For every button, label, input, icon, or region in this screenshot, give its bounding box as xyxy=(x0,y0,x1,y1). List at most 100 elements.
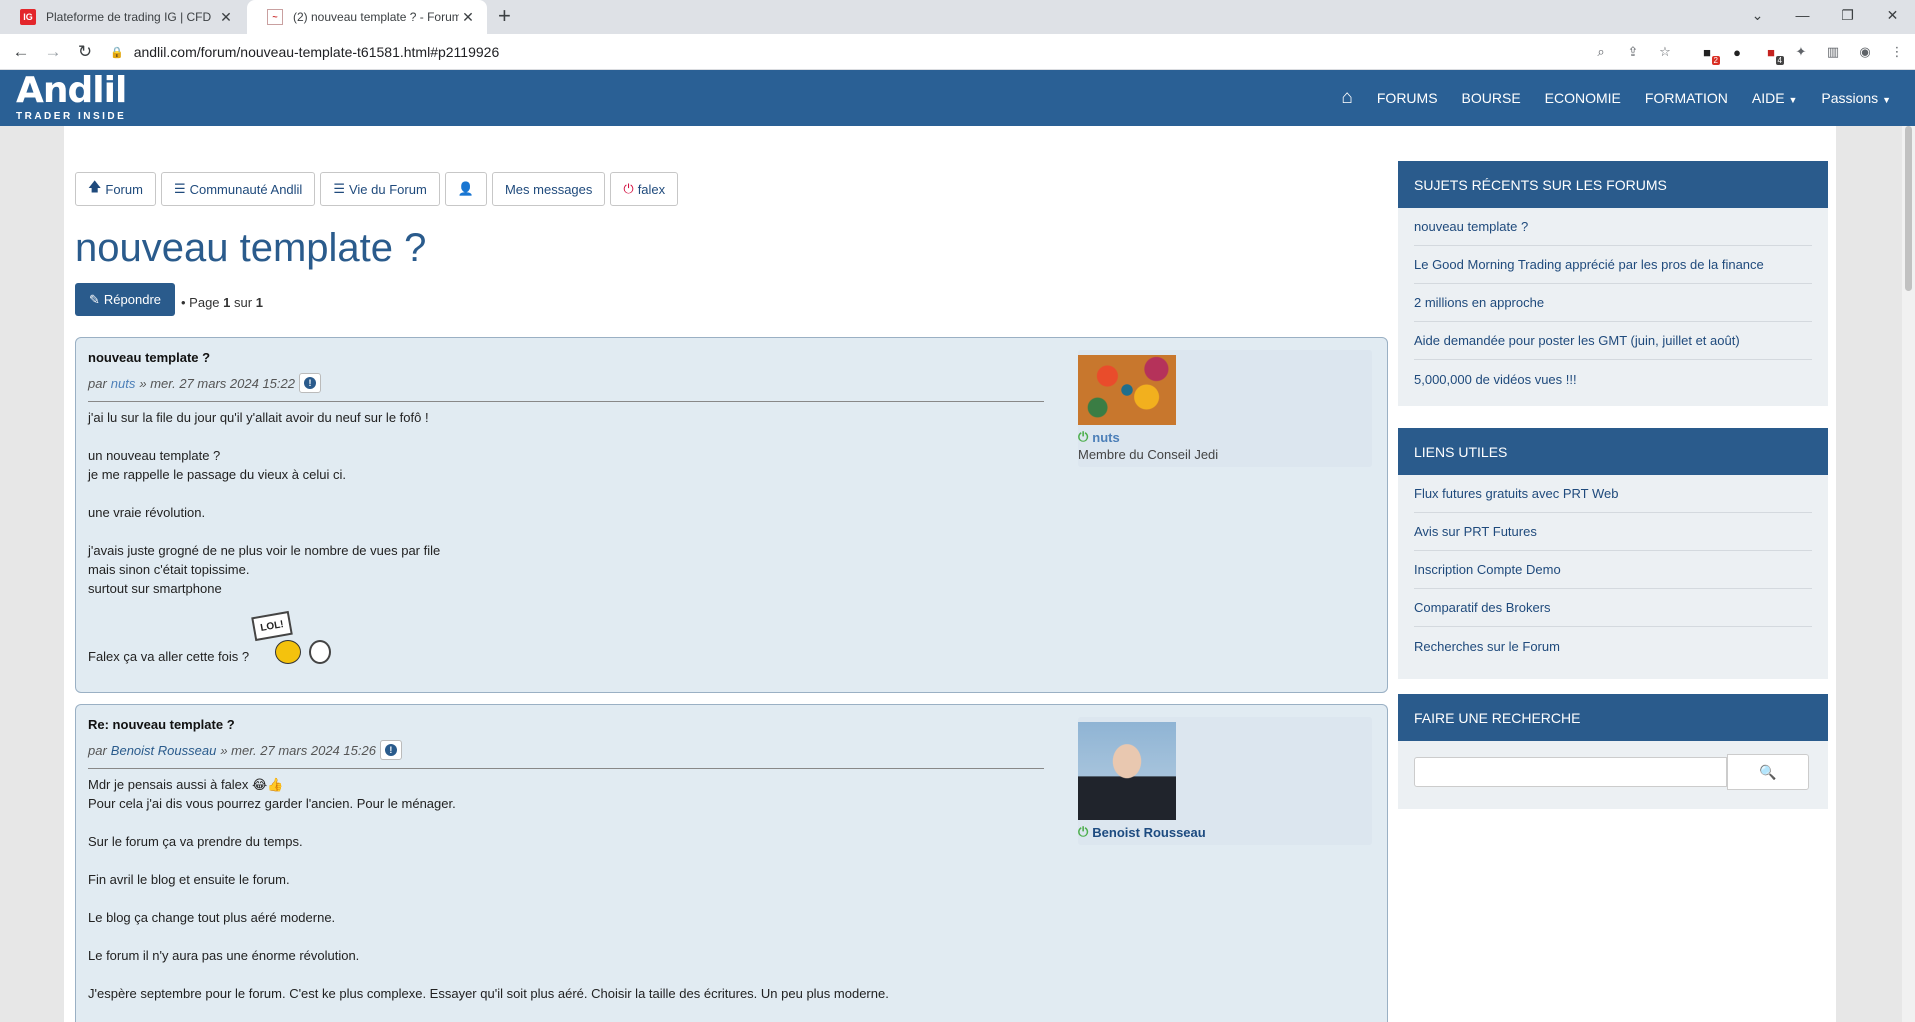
list-item[interactable]: 2 millions en approche xyxy=(1414,284,1812,322)
recent-topics-list: nouveau template ? Le Good Morning Tradi… xyxy=(1398,208,1828,398)
nav-forums[interactable]: FORUMS xyxy=(1377,90,1438,106)
main-navigation: ⌂ FORUMS BOURSE ECONOMIE FORMATION AIDE … xyxy=(1317,70,1891,126)
ig-logo-icon: IG xyxy=(20,9,36,25)
page-scrollbar[interactable] xyxy=(1902,126,1915,1022)
report-button[interactable]: ! xyxy=(298,373,321,393)
post-date: » mer. 27 mars 2024 15:22 xyxy=(139,375,295,391)
restore-icon[interactable]: ❐ xyxy=(1825,0,1870,30)
power-icon: ⏻ xyxy=(623,181,634,196)
tab-title: Plateforme de trading IG | CFD xyxy=(46,10,212,24)
post-meta: par nuts » mer. 27 mars 2024 15:22 ! xyxy=(88,373,1044,393)
list-icon: ☰ xyxy=(333,181,345,196)
vie-du-forum-button[interactable]: ☰ Vie du Forum xyxy=(320,172,440,206)
post-meta: par Benoist Rousseau » mer. 27 mars 2024… xyxy=(88,740,1044,760)
nav-passions[interactable]: Passions ▼ xyxy=(1821,90,1891,106)
list-item[interactable]: Aide demandée pour poster les GMT (juin,… xyxy=(1414,322,1812,360)
bookmark-star-icon[interactable]: ☆ xyxy=(1656,43,1674,61)
zoom-icon[interactable]: ⌕ xyxy=(1592,43,1610,61)
list-item[interactable]: Recherches sur le Forum xyxy=(1414,627,1812,665)
post-author[interactable]: nuts xyxy=(111,376,136,391)
tab-search-icon[interactable]: ⌄ xyxy=(1735,0,1780,30)
post-body: Re: nouveau template ? par Benoist Rouss… xyxy=(88,717,1044,1003)
report-button[interactable]: ! xyxy=(379,740,402,760)
list-item[interactable]: Avis sur PRT Futures xyxy=(1414,513,1812,551)
new-tab-icon[interactable]: + xyxy=(498,5,511,27)
browser-tab-strip: IG Plateforme de trading IG | CFD ✕ ~ (2… xyxy=(0,0,1915,34)
exclamation-icon: ! xyxy=(384,744,397,756)
post: Re: nouveau template ? par Benoist Rouss… xyxy=(75,704,1388,1022)
exclamation-icon: ! xyxy=(303,377,316,389)
side-panel-icon[interactable]: ▥ xyxy=(1824,43,1842,61)
post-title[interactable]: nouveau template ? xyxy=(88,350,1044,365)
menu-icon[interactable]: ⋮ xyxy=(1888,43,1906,61)
list-item[interactable]: Comparatif des Brokers xyxy=(1414,589,1812,627)
scrollbar-thumb[interactable] xyxy=(1905,126,1912,291)
online-status-icon: ⏻ xyxy=(1078,824,1089,839)
profile-button[interactable]: 👤 xyxy=(444,172,487,206)
list-item[interactable]: Le Good Morning Trading apprécié par les… xyxy=(1414,246,1812,284)
profile-name[interactable]: ⏻ Benoist Rousseau xyxy=(1078,824,1372,840)
list-item[interactable]: 5,000,000 de vidéos vues !!! xyxy=(1414,360,1812,398)
avatar[interactable] xyxy=(1078,722,1176,820)
user-icon: 👤 xyxy=(457,181,474,196)
extensions-puzzle-icon[interactable]: ✦ xyxy=(1792,43,1810,61)
lol-smiley-icon: LOL! xyxy=(250,610,333,666)
communaute-button[interactable]: ☰ Communauté Andlil xyxy=(160,172,316,206)
page-content: 🡅 Forum ☰ Communauté Andlil ☰ Vie du Forum … xyxy=(64,126,1836,1022)
extension-icon[interactable]: ■ 2 xyxy=(1698,43,1720,65)
window-close-icon[interactable]: ✕ xyxy=(1870,0,1915,30)
useful-links-list: Flux futures gratuits avec PRT Web Avis … xyxy=(1398,475,1828,665)
forward-icon[interactable]: → xyxy=(42,41,64,63)
profile-name[interactable]: ⏻ nuts xyxy=(1078,429,1372,445)
url-text: andlil.com/forum/nouveau-template-t61581… xyxy=(133,44,500,60)
post-profile: ⏻ nuts Membre du Conseil Jedi xyxy=(1078,350,1372,467)
avatar[interactable] xyxy=(1078,355,1176,425)
page-title: nouveau template ? xyxy=(75,226,427,270)
back-icon[interactable]: ← xyxy=(10,41,32,63)
nav-bourse[interactable]: BOURSE xyxy=(1462,90,1521,106)
divider xyxy=(88,401,1044,402)
home-icon[interactable]: ⌂ xyxy=(1341,87,1352,109)
reply-button[interactable]: ✎ Répondre xyxy=(75,283,176,316)
post-content: Mdr je pensais aussi à falex 😂👍 Pour cel… xyxy=(88,777,889,1001)
close-icon[interactable]: ✕ xyxy=(217,9,235,26)
post-date: » mer. 27 mars 2024 15:26 xyxy=(220,742,376,758)
site-logo[interactable]: Andlil TRADER INSIDE xyxy=(16,72,127,123)
close-icon[interactable]: ✕ xyxy=(459,9,477,26)
divider xyxy=(88,768,1044,769)
list-item[interactable]: Flux futures gratuits avec PRT Web xyxy=(1414,475,1812,513)
panel-title: FAIRE UNE RECHERCHE xyxy=(1398,694,1828,741)
panel-title: SUJETS RÉCENTS SUR LES FORUMS xyxy=(1398,161,1828,208)
browser-tab-ig[interactable]: IG Plateforme de trading IG | CFD ✕ xyxy=(0,0,245,34)
url-field[interactable]: 🔒 andlil.com/forum/nouveau-template-t615… xyxy=(110,39,1610,65)
nav-aide[interactable]: AIDE ▼ xyxy=(1752,90,1798,106)
messages-button[interactable]: Mes messages xyxy=(491,172,606,206)
caret-down-icon: ▼ xyxy=(1788,95,1798,105)
logout-button[interactable]: ⏻ falex xyxy=(610,172,679,206)
share-icon[interactable]: ⇪ xyxy=(1624,43,1642,61)
forum-button[interactable]: 🡅 Forum xyxy=(75,172,156,206)
panel-title: LIENS UTILES xyxy=(1398,428,1828,475)
extension-icon[interactable]: ● xyxy=(1728,43,1746,61)
nav-formation[interactable]: FORMATION xyxy=(1645,90,1728,106)
search-input[interactable] xyxy=(1414,757,1727,787)
post-author[interactable]: Benoist Rousseau xyxy=(111,743,217,758)
search-icon: 🔍 xyxy=(1759,763,1777,780)
profile-rank: Membre du Conseil Jedi xyxy=(1078,447,1219,462)
caret-down-icon: ▼ xyxy=(1882,95,1891,105)
reload-icon[interactable]: ↻ xyxy=(74,41,96,63)
forum-toolbar: 🡅 Forum ☰ Communauté Andlil ☰ Vie du Forum … xyxy=(75,172,683,206)
post-title[interactable]: Re: nouveau template ? xyxy=(88,717,1044,732)
extension-icon[interactable]: ■ 4 xyxy=(1762,43,1784,65)
minimize-icon[interactable]: — xyxy=(1780,0,1825,30)
online-status-icon: ⏻ xyxy=(1078,429,1089,444)
useful-links-panel: LIENS UTILES Flux futures gratuits avec … xyxy=(1398,428,1828,679)
site-header: Andlil TRADER INSIDE ⌂ FORUMS BOURSE ECO… xyxy=(0,70,1915,126)
nav-economie[interactable]: ECONOMIE xyxy=(1545,90,1621,106)
post-profile: ⏻ Benoist Rousseau xyxy=(1078,717,1372,845)
profile-icon[interactable]: ◉ xyxy=(1856,43,1874,61)
search-button[interactable]: 🔍 xyxy=(1727,754,1809,790)
list-item[interactable]: Inscription Compte Demo xyxy=(1414,551,1812,589)
browser-tab-forum[interactable]: ~ (2) nouveau template ? - Forum ✕ xyxy=(247,0,487,34)
list-item[interactable]: nouveau template ? xyxy=(1414,208,1812,246)
